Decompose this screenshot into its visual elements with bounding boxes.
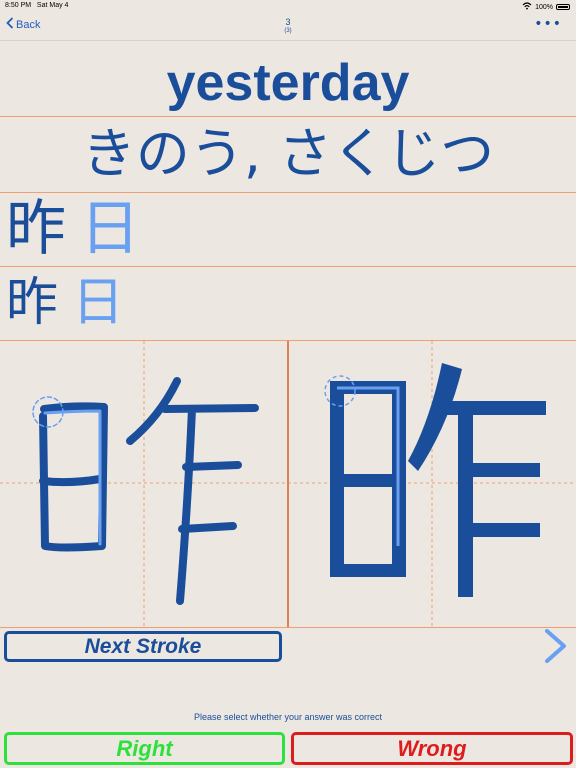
right-button[interactable]: Right — [4, 732, 285, 765]
answer-prompt: Please select whether your answer was co… — [193, 712, 383, 722]
drawing-panel[interactable] — [0, 341, 287, 627]
kanji-serif: 昨 — [6, 194, 66, 264]
kanji-serif-row: 昨 日 — [6, 194, 576, 264]
status-date: Sat May 4 — [36, 2, 69, 9]
status-bar: 8:50 PM Sat May 4 100% — [0, 0, 576, 12]
more-options-icon[interactable]: ••• — [534, 16, 562, 32]
highlight-stroke — [337, 386, 400, 546]
card-count: (3) — [284, 28, 292, 34]
reference-stroke — [330, 564, 406, 577]
reference-stroke — [458, 401, 473, 597]
card-number: 3 — [285, 17, 291, 27]
radical-hand: 日 — [72, 273, 125, 333]
reference-stroke — [440, 401, 546, 415]
user-stroke — [178, 522, 237, 533]
reference-stroke — [458, 523, 540, 537]
kana-reading: きのう, さくじつ — [81, 122, 495, 185]
status-time: 8:50 PM — [5, 2, 32, 9]
nav-bar: Back 3 (3) ••• — [0, 12, 576, 41]
reference-stroke — [458, 463, 540, 477]
divider — [0, 266, 576, 267]
user-stroke — [161, 404, 259, 413]
reference-stroke — [408, 363, 462, 471]
divider — [0, 192, 576, 193]
wrong-button[interactable]: Wrong — [291, 732, 573, 765]
divider — [0, 116, 576, 117]
reference-stroke — [330, 474, 406, 487]
wifi-icon — [522, 2, 532, 12]
status-right: 100% — [522, 2, 570, 12]
divider — [0, 627, 576, 628]
next-card-button[interactable] — [540, 628, 570, 664]
kanji-hand-row: 昨 日 — [6, 268, 576, 338]
practice-canvas — [0, 341, 576, 627]
practice-area — [0, 341, 576, 627]
battery-icon — [556, 4, 570, 10]
battery-percent: 100% — [535, 3, 553, 11]
radical-serif: 日 — [80, 194, 140, 264]
status-time-date: 8:50 PM Sat May 4 — [5, 2, 68, 9]
user-stroke — [182, 461, 242, 471]
user-stroke — [39, 475, 104, 487]
kanji-hand: 昨 — [6, 273, 59, 333]
chevron-right-icon — [545, 629, 566, 663]
reference-panel — [324, 363, 546, 597]
next-stroke-button[interactable]: Next Stroke — [4, 631, 282, 662]
english-word: yesterday — [166, 54, 410, 112]
